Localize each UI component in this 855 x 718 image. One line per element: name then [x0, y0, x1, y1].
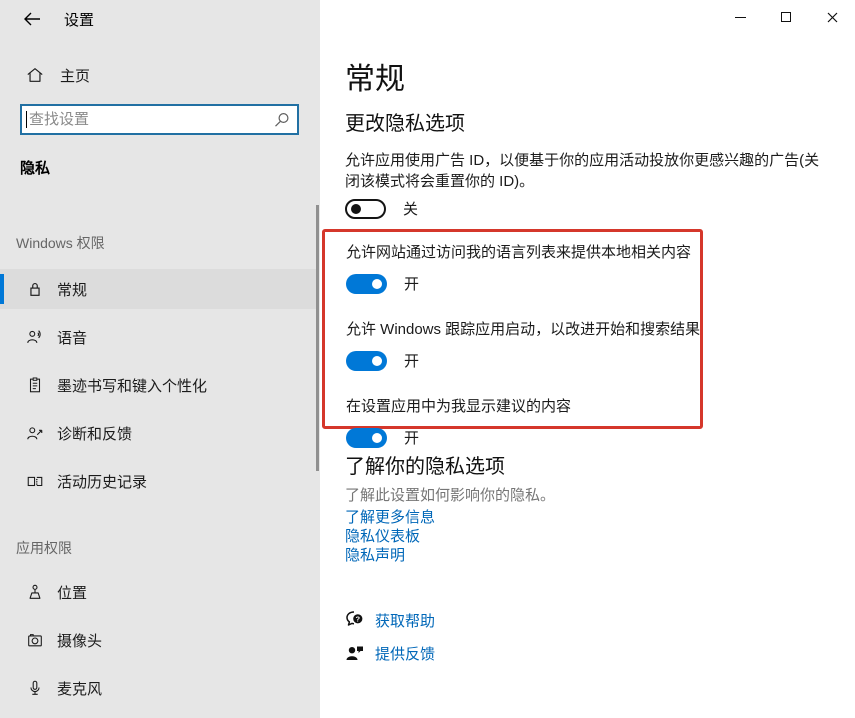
sidebar-item-label: 常规 — [57, 279, 87, 300]
sidebar-item-label: 诊断和反馈 — [57, 423, 132, 444]
sidebar-item-label: 位置 — [57, 582, 87, 603]
maximize-button[interactable] — [763, 0, 809, 34]
setting-description: 允许网站通过访问我的语言列表来提供本地相关内容 — [346, 241, 700, 262]
sidebar-item-activity-history[interactable]: 活动历史记录 — [0, 461, 316, 501]
inking-icon — [25, 375, 45, 395]
toggle-state-label: 开 — [404, 350, 419, 371]
sidebar-item-location[interactable]: 位置 — [0, 572, 316, 612]
page-title: 常规 — [345, 54, 405, 98]
section-header-app-permissions: 应用权限 — [16, 538, 72, 558]
voice-icon — [25, 327, 45, 347]
sidebar-item-home[interactable]: 主页 — [0, 58, 320, 92]
setting-description: 在设置应用中为我显示建议的内容 — [346, 395, 700, 416]
close-button[interactable] — [809, 0, 855, 34]
change-privacy-heading: 更改隐私选项 — [345, 107, 465, 136]
sidebar-item-diagnostics-feedback[interactable]: 诊断和反馈 — [0, 413, 316, 453]
suggested-content-toggle-row: 开 — [346, 427, 700, 448]
sidebar-item-label: 墨迹书写和键入个性化 — [57, 375, 207, 396]
toggle-knob — [372, 433, 382, 443]
ad-id-toggle[interactable] — [345, 199, 386, 219]
feedback-label: 提供反馈 — [375, 643, 435, 664]
get-help-label: 获取帮助 — [375, 610, 435, 631]
privacy-info-heading: 了解你的隐私选项 — [345, 450, 505, 479]
suggested-content-toggle[interactable] — [346, 428, 387, 448]
sidebar-item-label: 活动历史记录 — [57, 471, 147, 492]
camera-icon — [25, 630, 45, 650]
learn-more-link[interactable]: 了解更多信息 — [345, 508, 435, 527]
sidebar-item-general[interactable]: 常规 — [0, 269, 316, 309]
ad-id-toggle-row: 关 — [345, 198, 418, 219]
feedback-row[interactable]: 提供反馈 — [343, 641, 435, 665]
privacy-info-subtitle: 了解此设置如何影响你的隐私。 — [345, 484, 555, 505]
minimize-button[interactable] — [717, 0, 763, 34]
nav-group-windows-permissions: 常规 语音 墨迹书写和键入个性化 诊断和反馈 活动历史记录 — [0, 269, 316, 509]
sidebar-item-label: 主页 — [60, 65, 90, 86]
sidebar-item-microphone[interactable]: 麦克风 — [0, 668, 316, 708]
privacy-link-list: 了解更多信息 隐私仪表板 隐私声明 — [345, 508, 435, 565]
minimize-icon — [735, 17, 746, 18]
svg-text:?: ? — [356, 615, 361, 624]
back-arrow-icon — [23, 11, 41, 27]
privacy-dashboard-link[interactable]: 隐私仪表板 — [345, 527, 435, 546]
privacy-statement-link[interactable]: 隐私声明 — [345, 546, 435, 565]
toggle-state-label: 开 — [404, 273, 419, 294]
nav-group-app-permissions: 位置 摄像头 麦克风 — [0, 572, 316, 716]
category-title: 隐私 — [20, 157, 50, 178]
main-content: 常规 更改隐私选项 允许应用使用广告 ID，以便基于你的应用活动投放你更感兴趣的… — [320, 0, 855, 718]
settings-sidebar: 设置 主页 隐私 Windows 权限 常规 语音 — [0, 0, 320, 718]
sidebar-item-inking-typing[interactable]: 墨迹书写和键入个性化 — [0, 365, 316, 405]
feedback-icon — [343, 641, 367, 665]
highlight-annotation-box: 允许网站通过访问我的语言列表来提供本地相关内容 开 允许 Windows 跟踪应… — [322, 229, 703, 429]
lock-icon — [25, 279, 45, 299]
search-box — [20, 104, 299, 135]
search-icon[interactable] — [267, 112, 297, 128]
maximize-icon — [781, 12, 791, 22]
location-icon — [25, 582, 45, 602]
toggle-knob — [351, 204, 361, 214]
diagnostics-icon — [25, 423, 45, 443]
app-launch-tracking-toggle[interactable] — [346, 351, 387, 371]
app-launch-tracking-toggle-row: 开 — [346, 350, 700, 371]
sidebar-scrollbar[interactable] — [316, 205, 319, 471]
toggle-state-label: 开 — [404, 427, 419, 448]
close-icon — [827, 12, 838, 23]
ad-id-setting-description: 允许应用使用广告 ID，以便基于你的应用活动投放你更感兴趣的广告(关闭该模式将会… — [345, 150, 820, 192]
get-help-row[interactable]: ? 获取帮助 — [343, 608, 435, 632]
toggle-knob — [372, 279, 382, 289]
language-list-toggle-row: 开 — [346, 273, 700, 294]
toggle-knob — [372, 356, 382, 366]
toggle-state-label: 关 — [403, 198, 418, 219]
activity-history-icon — [25, 471, 45, 491]
sidebar-item-label: 麦克风 — [57, 678, 102, 699]
window-controls — [717, 0, 855, 34]
back-button[interactable] — [14, 5, 50, 33]
microphone-icon — [25, 678, 45, 698]
language-list-toggle[interactable] — [346, 274, 387, 294]
sidebar-item-label: 摄像头 — [57, 630, 102, 651]
sidebar-item-speech[interactable]: 语音 — [0, 317, 316, 357]
app-title: 设置 — [64, 9, 94, 30]
get-help-icon: ? — [343, 608, 367, 632]
section-header-windows-permissions: Windows 权限 — [16, 233, 105, 253]
sidebar-item-camera[interactable]: 摄像头 — [0, 620, 316, 660]
search-input[interactable] — [27, 106, 267, 133]
setting-description: 允许 Windows 跟踪应用启动，以改进开始和搜索结果 — [346, 318, 700, 339]
home-icon — [25, 65, 45, 85]
sidebar-item-label: 语音 — [57, 327, 87, 348]
